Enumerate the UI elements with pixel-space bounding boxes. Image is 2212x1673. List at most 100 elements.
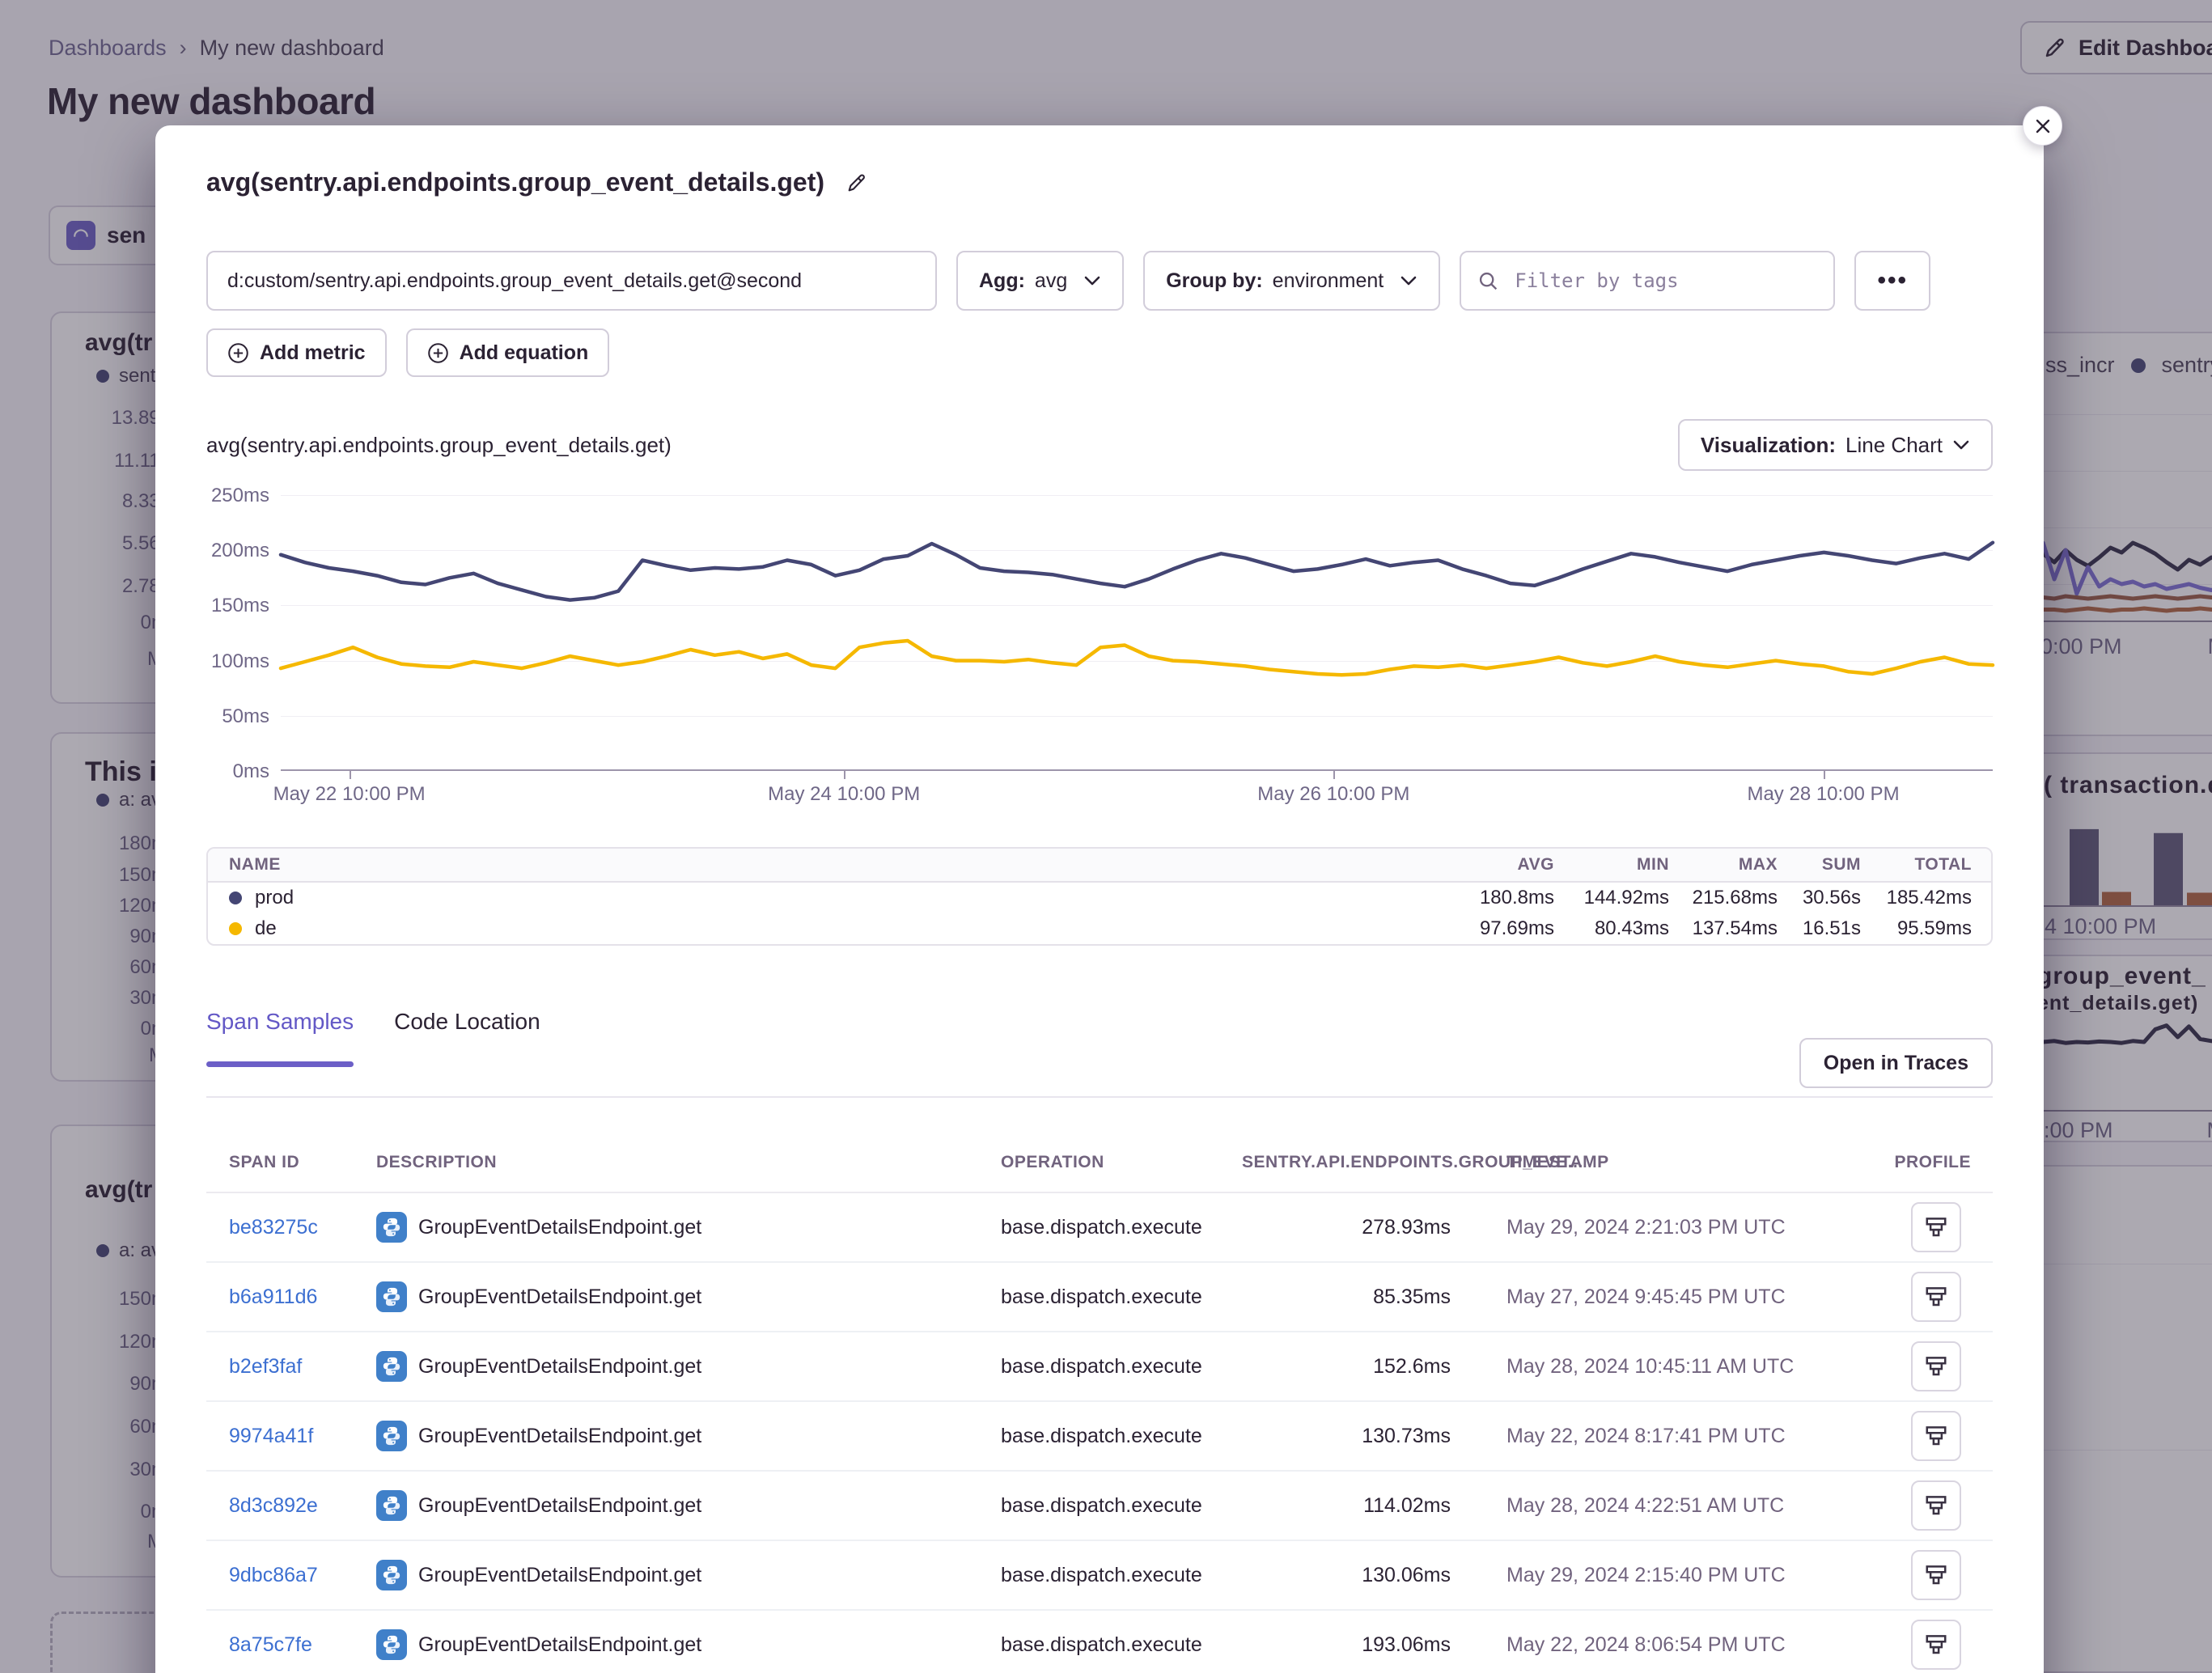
series-summary-table: NAME AVG MIN MAX SUM TOTAL prod 180.8ms …: [206, 847, 1993, 946]
modal-title: avg(sentry.api.endpoints.group_event_det…: [206, 167, 824, 197]
span-duration: 152.6ms: [1242, 1355, 1451, 1379]
span-id-link[interactable]: 8d3c892e: [206, 1494, 376, 1518]
plus-circle-icon: [427, 342, 449, 364]
span-operation: base.dispatch.execute: [1001, 1633, 1242, 1657]
view-profile-button[interactable]: [1911, 1202, 1961, 1252]
tag-filter-input[interactable]: [1460, 251, 1835, 311]
span-operation: base.dispatch.execute: [1001, 1285, 1242, 1309]
add-metric-button[interactable]: Add metric: [206, 328, 387, 377]
span-operation: base.dispatch.execute: [1001, 1216, 1242, 1239]
span-description-text: GroupEventDetailsEndpoint.get: [418, 1425, 701, 1448]
add-equation-button[interactable]: Add equation: [406, 328, 610, 377]
python-icon: [376, 1281, 407, 1312]
python-icon: [376, 1212, 407, 1243]
close-icon: [2033, 116, 2053, 136]
tab-code-location[interactable]: Code Location: [394, 1009, 540, 1065]
span-description: GroupEventDetailsEndpoint.get: [376, 1212, 1001, 1243]
profile-flamegraph-icon: [1924, 1424, 1948, 1448]
chevron-down-icon: [1400, 275, 1417, 286]
profile-flamegraph-icon: [1924, 1563, 1948, 1587]
span-timestamp: May 27, 2024 9:45:45 PM UTC: [1451, 1285, 1879, 1309]
span-duration: 130.73ms: [1242, 1425, 1451, 1448]
samples-tabs-row: Span Samples Code Location Open in Trace…: [206, 1009, 1993, 1098]
span-description: GroupEventDetailsEndpoint.get: [376, 1560, 1001, 1590]
group-by-value: environment: [1273, 269, 1384, 293]
python-icon: [376, 1490, 407, 1521]
span-description-text: GroupEventDetailsEndpoint.get: [418, 1494, 701, 1518]
span-id-link[interactable]: b6a911d6: [206, 1285, 376, 1309]
open-in-traces-button[interactable]: Open in Traces: [1799, 1038, 1993, 1088]
span-timestamp: May 28, 2024 4:22:51 AM UTC: [1451, 1494, 1879, 1518]
sample-row: 9974a41f GroupEventDetailsEndpoint.get b…: [206, 1402, 1993, 1472]
chevron-down-icon: [1952, 439, 1970, 451]
screen: Dashboards › My new dashboard Edit Dashb…: [0, 0, 2212, 1673]
python-icon: [376, 1421, 407, 1451]
view-profile-button[interactable]: [1911, 1272, 1961, 1322]
view-profile-button[interactable]: [1911, 1480, 1961, 1531]
span-operation: base.dispatch.execute: [1001, 1425, 1242, 1448]
span-id-link[interactable]: 9dbc86a7: [206, 1564, 376, 1587]
more-options-button[interactable]: •••: [1854, 251, 1930, 311]
visualization-select[interactable]: Visualization: Line Chart: [1678, 419, 1993, 471]
query-actions-row: Add metric Add equation: [206, 328, 1993, 377]
search-icon: [1477, 270, 1500, 297]
span-id-link[interactable]: b2ef3faf: [206, 1355, 376, 1379]
span-operation: base.dispatch.execute: [1001, 1564, 1242, 1587]
summary-row-de[interactable]: de 97.69ms 80.43ms 137.54ms 16.51s 95.59…: [208, 913, 1991, 944]
sample-row: 8d3c892e GroupEventDetailsEndpoint.get b…: [206, 1472, 1993, 1541]
summary-header-row: NAME AVG MIN MAX SUM TOTAL: [208, 849, 1991, 883]
span-description-text: GroupEventDetailsEndpoint.get: [418, 1564, 701, 1587]
span-description: GroupEventDetailsEndpoint.get: [376, 1490, 1001, 1521]
span-operation: base.dispatch.execute: [1001, 1494, 1242, 1518]
summary-row-prod[interactable]: prod 180.8ms 144.92ms 215.68ms 30.56s 18…: [208, 883, 1991, 913]
chart-title: avg(sentry.api.endpoints.group_event_det…: [206, 433, 672, 458]
sample-row: 8a75c7fe GroupEventDetailsEndpoint.get b…: [206, 1611, 1993, 1673]
span-id-link[interactable]: 9974a41f: [206, 1425, 376, 1448]
span-operation: base.dispatch.execute: [1001, 1355, 1242, 1379]
sample-row: b6a911d6 GroupEventDetailsEndpoint.get b…: [206, 1263, 1993, 1332]
ellipsis-icon: •••: [1877, 267, 1908, 294]
python-icon: [376, 1629, 407, 1660]
plot-area: [281, 495, 1993, 771]
aggregation-select[interactable]: Agg: avg: [956, 251, 1124, 311]
span-id-link[interactable]: be83275c: [206, 1216, 376, 1239]
span-description: GroupEventDetailsEndpoint.get: [376, 1629, 1001, 1660]
chevron-down-icon: [1083, 275, 1101, 286]
metric-line-chart: 250ms 200ms 150ms 100ms 50ms 0ms: [206, 495, 1993, 815]
span-duration: 278.93ms: [1242, 1216, 1451, 1239]
samples-header-row: SPAN ID DESCRIPTION OPERATION SENTRY.API…: [206, 1133, 1993, 1193]
span-duration: 114.02ms: [1242, 1494, 1451, 1518]
view-profile-button[interactable]: [1911, 1550, 1961, 1600]
group-by-label: Group by:: [1166, 269, 1262, 293]
span-duration: 85.35ms: [1242, 1285, 1451, 1309]
metric-details-modal: avg(sentry.api.endpoints.group_event_det…: [155, 125, 2044, 1673]
plus-circle-icon: [227, 342, 249, 364]
python-icon: [376, 1560, 407, 1590]
span-description-text: GroupEventDetailsEndpoint.get: [418, 1355, 701, 1379]
span-description: GroupEventDetailsEndpoint.get: [376, 1281, 1001, 1312]
series-dot: [229, 892, 242, 904]
aggregation-label: Agg:: [979, 269, 1025, 293]
samples-table-body: be83275c GroupEventDetailsEndpoint.get b…: [206, 1193, 1993, 1673]
edit-title-button[interactable]: [845, 172, 868, 194]
group-by-select[interactable]: Group by: environment: [1143, 251, 1440, 311]
span-timestamp: May 28, 2024 10:45:11 AM UTC: [1451, 1355, 1879, 1379]
view-profile-button[interactable]: [1911, 1411, 1961, 1461]
visualization-value: Line Chart: [1845, 433, 1943, 458]
metric-query-input[interactable]: [206, 251, 937, 311]
span-description: GroupEventDetailsEndpoint.get: [376, 1351, 1001, 1382]
tab-span-samples[interactable]: Span Samples: [206, 1009, 354, 1065]
profile-flamegraph-icon: [1924, 1215, 1948, 1239]
view-profile-button[interactable]: [1911, 1341, 1961, 1391]
close-button[interactable]: [2023, 106, 2062, 146]
span-timestamp: May 22, 2024 8:06:54 PM UTC: [1451, 1633, 1879, 1657]
aggregation-value: avg: [1035, 269, 1067, 293]
span-id-link[interactable]: 8a75c7fe: [206, 1633, 376, 1657]
span-duration: 193.06ms: [1242, 1633, 1451, 1657]
y-axis: 250ms 200ms 150ms 100ms 50ms 0ms: [206, 495, 281, 771]
view-profile-button[interactable]: [1911, 1620, 1961, 1670]
span-description: GroupEventDetailsEndpoint.get: [376, 1421, 1001, 1451]
sample-row: b2ef3faf GroupEventDetailsEndpoint.get b…: [206, 1332, 1993, 1402]
tag-filter: [1460, 251, 1835, 311]
profile-flamegraph-icon: [1924, 1493, 1948, 1518]
